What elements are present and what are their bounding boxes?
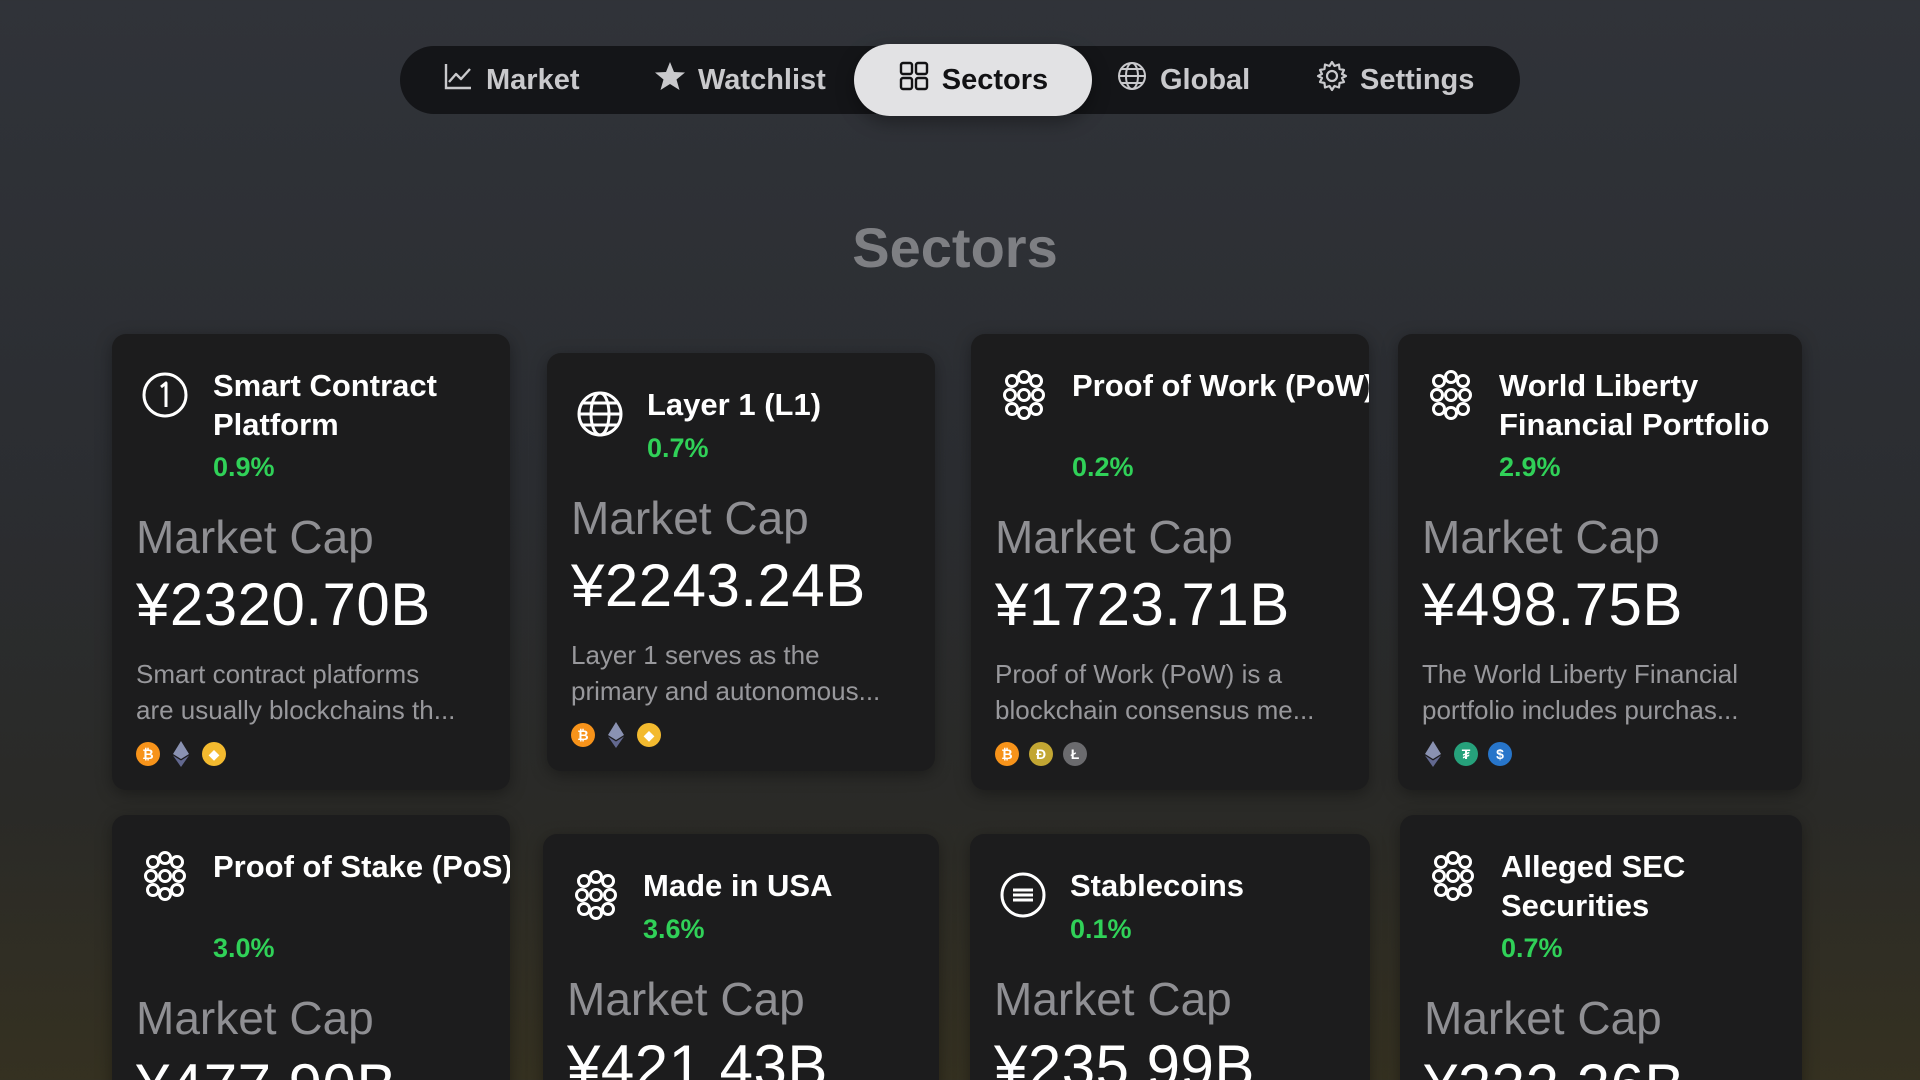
card-change: 0.2% xyxy=(1072,452,1134,482)
card-description-line: Layer 1 serves as the xyxy=(571,640,820,670)
card-cap-label: Market Cap xyxy=(1422,511,1660,563)
number-one-icon xyxy=(140,370,190,420)
tab-label: Global xyxy=(1160,63,1251,96)
card-description: Smart contract platforms are usually blo… xyxy=(136,656,491,728)
sector-card-proof-of-work[interactable]: Proof of Work (PoW) 0.2% Market Cap ¥172… xyxy=(971,334,1369,790)
tab-label: Watchlist xyxy=(698,63,826,96)
card-description: The World Liberty Financial portfolio in… xyxy=(1422,656,1777,728)
card-description-line: portfolio includes purchas... xyxy=(1422,695,1739,725)
star-icon xyxy=(654,60,686,100)
equals-icon xyxy=(998,870,1048,920)
tab-watchlist[interactable]: Watchlist xyxy=(654,46,826,114)
card-title: Alleged SEC Securities xyxy=(1501,849,1686,923)
card-change: 0.7% xyxy=(647,433,709,463)
sector-card-layer-1[interactable]: Layer 1 (L1) 0.7% Market Cap ¥2243.24B L… xyxy=(547,353,935,771)
card-cap-value: ¥2243.24B xyxy=(571,552,866,619)
sector-card-alleged-sec-securities[interactable]: Alleged SEC Securities 0.7% Market Cap ¥… xyxy=(1400,815,1802,1080)
card-description-line: Proof of Work (PoW) is a xyxy=(995,659,1283,689)
grid-icon xyxy=(898,60,930,100)
globe-icon xyxy=(1116,60,1148,100)
bnb-icon: ◆ xyxy=(637,723,661,747)
ethereum-icon xyxy=(605,722,627,748)
card-cap-value: ¥2320.70B xyxy=(136,571,431,638)
bnb-icon: ◆ xyxy=(202,742,226,766)
card-cap-value: ¥1723.71B xyxy=(995,571,1290,638)
coin-list: ₿ Ð Ł xyxy=(995,742,1087,766)
flower-icon xyxy=(1428,851,1478,901)
sector-card-made-in-usa[interactable]: Made in USA 3.6% Market Cap ¥421.43B xyxy=(543,834,939,1080)
coin-list: ₮ $ xyxy=(1422,741,1512,767)
tab-settings[interactable]: Settings xyxy=(1316,46,1474,114)
sector-card-stablecoins[interactable]: Stablecoins 0.1% Market Cap ¥235.99B xyxy=(970,834,1370,1080)
card-cap-label: Market Cap xyxy=(136,511,374,563)
sector-card-smart-contract-platform[interactable]: Smart Contract Platform 0.9% Market Cap … xyxy=(112,334,510,790)
tab-market[interactable]: Market xyxy=(442,46,580,114)
card-description-line: are usually blockchains th... xyxy=(136,695,456,725)
gear-icon xyxy=(1316,60,1348,100)
ethereum-icon xyxy=(1422,741,1444,767)
card-description: Layer 1 serves as the primary and autono… xyxy=(571,637,926,709)
flower-icon xyxy=(999,370,1049,420)
flower-icon xyxy=(1426,370,1476,420)
card-change: 3.6% xyxy=(643,914,705,944)
card-change: 0.1% xyxy=(1070,914,1132,944)
card-cap-label: Market Cap xyxy=(571,492,809,544)
coin-list: ₿ ◆ xyxy=(571,722,661,748)
card-cap-value: ¥498.75B xyxy=(1422,571,1683,638)
coin-list: ₿ ◆ xyxy=(136,741,226,767)
tab-bar: Market Watchlist Sectors Global Settings xyxy=(400,44,1520,116)
ethereum-icon xyxy=(170,741,192,767)
flower-icon xyxy=(571,870,621,920)
bitcoin-icon: ₿ xyxy=(136,742,160,766)
usdc-icon: $ xyxy=(1488,742,1512,766)
card-change: 0.9% xyxy=(213,452,275,482)
card-change: 2.9% xyxy=(1499,452,1561,482)
sector-card-world-liberty-financial[interactable]: World Liberty Financial Portfolio 2.9% M… xyxy=(1398,334,1802,790)
litecoin-icon: Ł xyxy=(1063,742,1087,766)
card-description: Proof of Work (PoW) is a blockchain cons… xyxy=(995,656,1350,728)
flower-icon xyxy=(140,851,190,901)
tether-icon: ₮ xyxy=(1454,742,1478,766)
tab-label: Settings xyxy=(1360,63,1475,96)
bitcoin-icon: ₿ xyxy=(995,742,1019,766)
dogecoin-icon: Ð xyxy=(1029,742,1053,766)
card-title: Stablecoins xyxy=(1070,868,1244,903)
card-description-line: blockchain consensus me... xyxy=(995,695,1315,725)
card-title: Smart Contract Platform xyxy=(213,368,437,442)
card-cap-label: Market Cap xyxy=(1424,992,1662,1044)
card-cap-label: Market Cap xyxy=(994,973,1232,1025)
globe-icon xyxy=(575,389,625,439)
card-title: Layer 1 (L1) xyxy=(647,387,822,422)
card-title: Proof of Work (PoW) xyxy=(1072,368,1369,403)
card-description-line: primary and autonomous... xyxy=(571,676,881,706)
card-cap-label: Market Cap xyxy=(567,973,805,1025)
sector-card-proof-of-stake[interactable]: Proof of Stake (PoS) 3.0% Market Cap ¥47… xyxy=(112,815,510,1080)
card-description-line: The World Liberty Financial xyxy=(1422,659,1738,689)
bitcoin-icon: ₿ xyxy=(571,723,595,747)
tab-global[interactable]: Global xyxy=(1116,46,1250,114)
tab-label: Market xyxy=(486,63,580,96)
card-cap-value: ¥477.90B xyxy=(136,1051,397,1080)
card-title: Made in USA xyxy=(643,868,833,903)
card-description-line: Smart contract platforms xyxy=(136,659,420,689)
card-cap-value: ¥235.99B xyxy=(994,1033,1255,1080)
card-title: World Liberty Financial Portfolio xyxy=(1499,368,1770,442)
card-cap-value: ¥232.26B xyxy=(1424,1051,1685,1080)
card-title: Proof of Stake (PoS) xyxy=(213,849,510,884)
card-change: 0.7% xyxy=(1501,933,1563,963)
card-cap-value: ¥421.43B xyxy=(567,1033,828,1080)
tab-sectors[interactable]: Sectors xyxy=(854,44,1092,116)
chart-line-icon xyxy=(442,60,474,100)
card-change: 3.0% xyxy=(213,933,275,963)
card-cap-label: Market Cap xyxy=(995,511,1233,563)
tab-label: Sectors xyxy=(941,63,1049,96)
card-cap-label: Market Cap xyxy=(136,992,374,1044)
page-title: Sectors xyxy=(852,216,1058,279)
